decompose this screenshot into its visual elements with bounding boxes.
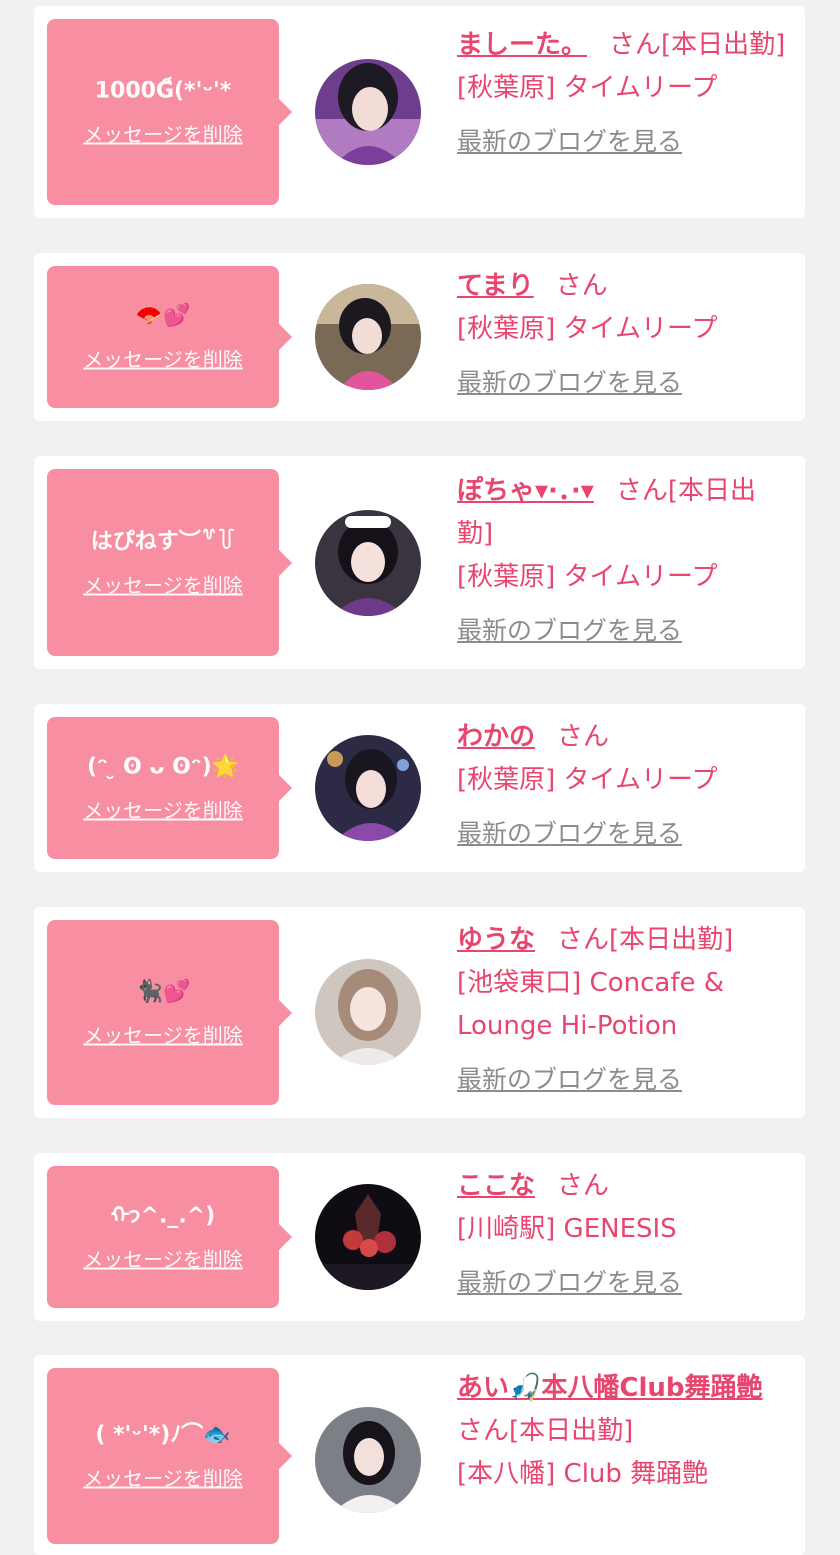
message-card: 🐈‍⬛💕 メッセージを削除 ゆうな さん[本日出勤] [池袋東口] Concafe…: [34, 907, 805, 1118]
avatar[interactable]: [315, 510, 421, 616]
member-name-link[interactable]: あい🎣本八幡Club舞踊艶: [457, 1373, 763, 1403]
latest-blog-link[interactable]: 最新のブログを見る: [457, 120, 787, 163]
shop-label: [秋葉原] タイムリープ: [457, 314, 718, 344]
member-suffix: さん: [555, 271, 608, 301]
avatar[interactable]: [315, 284, 421, 390]
avatar[interactable]: [315, 1407, 421, 1513]
delete-message-link[interactable]: メッセージを削除: [83, 344, 243, 373]
shop-label: [本八幡] Club 舞踊艶: [457, 1459, 709, 1489]
message-text: ( *'ᵕ'*)ﾉ⌒🐟: [95, 1422, 231, 1448]
message-card: はぴねす︶꒷꒦ メッセージを削除 ぽちゃ▾·．·▾ さん[本日出勤] [秋葉原] …: [34, 456, 805, 669]
latest-blog-link[interactable]: 最新のブログを見る: [457, 1058, 787, 1101]
message-card: 1000G็(*'ᵕ'* メッセージを削除 ましーた。 さん[本日出勤] [秋葉原…: [34, 6, 805, 218]
avatar[interactable]: [315, 959, 421, 1065]
message-card: (ᵔ ̮ ʘ ᴗ ʘᵔ)🌟 メッセージを削除 わかの さん [秋葉原] タイムリー…: [34, 704, 805, 872]
shop-label: [川崎駅] GENESIS: [457, 1214, 677, 1244]
shop-label: [秋葉原] タイムリープ: [457, 562, 718, 592]
delete-message-link[interactable]: メッセージを削除: [83, 1244, 243, 1273]
message-bubble: はぴねす︶꒷꒦ メッセージを削除: [47, 469, 292, 656]
delete-message-link[interactable]: メッセージを削除: [83, 119, 243, 148]
delete-message-link[interactable]: メッセージを削除: [83, 1463, 243, 1492]
member-suffix: さん[本日出勤]: [609, 30, 786, 60]
member-suffix: さん: [557, 1171, 610, 1201]
message-text: はぴねす︶꒷꒦: [90, 529, 236, 554]
member-name-link[interactable]: ここな: [457, 1171, 535, 1201]
member-name-link[interactable]: ぽちゃ▾·．·▾: [457, 476, 594, 506]
delete-message-link[interactable]: メッセージを削除: [83, 795, 243, 824]
member-suffix: さん[本日出勤]: [557, 925, 734, 955]
message-card: ᡣ𐭩^._.^) メッセージを削除 ここな さん [川崎駅] GENESIS 最新…: [34, 1153, 805, 1321]
member-name-link[interactable]: ましーた。: [457, 30, 587, 60]
member-suffix: さん[本日出勤]: [457, 1416, 634, 1446]
delete-message-link[interactable]: メッセージを削除: [83, 569, 243, 598]
message-bubble: 🐈‍⬛💕 メッセージを削除: [47, 920, 292, 1105]
avatar[interactable]: [315, 59, 421, 165]
member-info: わかの さん [秋葉原] タイムリープ 最新のブログを見る: [457, 716, 787, 855]
message-text: 1000G็(*'ᵕ'*: [94, 78, 232, 104]
member-name-link[interactable]: ゆうな: [457, 925, 535, 955]
shop-label: [池袋東口] Concafe & Lounge Hi-Potion: [457, 968, 725, 1041]
latest-blog-link[interactable]: 最新のブログを見る: [457, 1261, 787, 1304]
latest-blog-link[interactable]: 最新のブログを見る: [457, 361, 787, 404]
message-text: 🐈‍⬛💕: [135, 979, 191, 1004]
shop-label: [秋葉原] タイムリープ: [457, 765, 718, 795]
message-text: (ᵔ ̮ ʘ ᴗ ʘᵔ)🌟: [86, 754, 240, 780]
message-bubble: (ᵔ ̮ ʘ ᴗ ʘᵔ)🌟 メッセージを削除: [47, 717, 292, 859]
message-list: 1000G็(*'ᵕ'* メッセージを削除 ましーた。 さん[本日出勤] [秋葉原…: [0, 0, 840, 1555]
member-info: ぽちゃ▾·．·▾ さん[本日出勤] [秋葉原] タイムリープ 最新のブログを見る: [457, 470, 787, 652]
message-text: 🪭💕: [135, 303, 191, 329]
message-card: 🪭💕 メッセージを削除 てまり さん [秋葉原] タイムリープ 最新のブログを見る: [34, 253, 805, 421]
member-info: あい🎣本八幡Club舞踊艶さん[本日出勤] [本八幡] Club 舞踊艶: [457, 1367, 787, 1496]
member-name-link[interactable]: わかの: [457, 722, 535, 752]
message-card: ( *'ᵕ'*)ﾉ⌒🐟 メッセージを削除 あい🎣本八幡Club舞踊艶さん[本日出…: [34, 1355, 805, 1555]
message-bubble: 1000G็(*'ᵕ'* メッセージを削除: [47, 19, 292, 205]
member-suffix: さん: [557, 722, 610, 752]
member-info: ましーた。 さん[本日出勤] [秋葉原] タイムリープ 最新のブログを見る: [457, 24, 787, 163]
message-bubble: 🪭💕 メッセージを削除: [47, 266, 292, 408]
avatar[interactable]: [315, 735, 421, 841]
latest-blog-link[interactable]: 最新のブログを見る: [457, 609, 787, 652]
latest-blog-link[interactable]: 最新のブログを見る: [457, 812, 787, 855]
shop-label: [秋葉原] タイムリープ: [457, 73, 718, 103]
message-text: ᡣ𐭩^._.^): [110, 1203, 216, 1229]
message-bubble: ᡣ𐭩^._.^) メッセージを削除: [47, 1166, 292, 1308]
avatar[interactable]: [315, 1184, 421, 1290]
member-info: ここな さん [川崎駅] GENESIS 最新のブログを見る: [457, 1165, 787, 1304]
member-name-link[interactable]: てまり: [457, 271, 534, 301]
member-info: てまり さん [秋葉原] タイムリープ 最新のブログを見る: [457, 265, 787, 404]
member-info: ゆうな さん[本日出勤] [池袋東口] Concafe & Lounge Hi-P…: [457, 919, 787, 1101]
delete-message-link[interactable]: メッセージを削除: [83, 1019, 243, 1048]
